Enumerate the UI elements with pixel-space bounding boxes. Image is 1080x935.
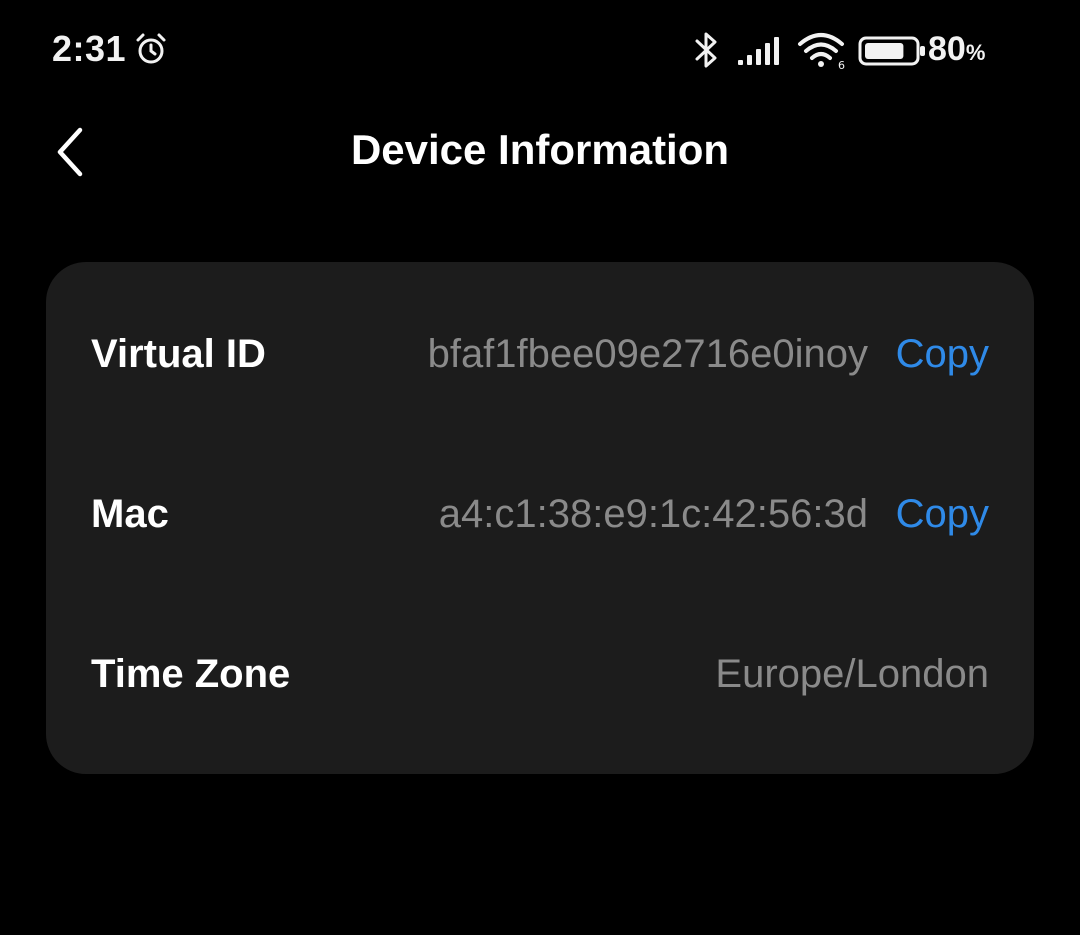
battery-icon	[858, 36, 925, 66]
signal-icon	[738, 37, 779, 65]
wifi-badge: 6	[838, 59, 845, 70]
copy-mac-button[interactable]: Copy	[896, 492, 989, 537]
alarm-icon	[136, 33, 166, 64]
time-zone-label: Time Zone	[91, 652, 291, 696]
bluetooth-icon	[695, 32, 717, 68]
page-title: Device Information	[350, 126, 730, 173]
header: Device Information	[0, 110, 1080, 194]
mac-row: Mac a4:c1:38:e9:1c:42:56:3d Copy	[46, 468, 1034, 568]
battery-percent: 80%	[928, 30, 986, 68]
virtual-id-label: Virtual ID	[91, 332, 266, 376]
mac-value: a4:c1:38:e9:1c:42:56:3d	[438, 492, 868, 536]
virtual-id-value: bfaf1fbee09e2716e0inoy	[427, 332, 868, 376]
mac-label: Mac	[91, 492, 169, 536]
status-time: 2:31	[52, 28, 127, 69]
device-info-card: Virtual ID bfaf1fbee09e2716e0inoy Copy M…	[46, 262, 1034, 774]
status-bar: 2:31 6 80%	[0, 0, 1080, 100]
copy-virtual-id-button[interactable]: Copy	[896, 332, 989, 377]
time-zone-value: Europe/London	[715, 652, 989, 696]
time-zone-row: Time Zone Europe/London	[46, 628, 1034, 728]
wifi-icon: 6	[798, 33, 845, 70]
virtual-id-row: Virtual ID bfaf1fbee09e2716e0inoy Copy	[46, 308, 1034, 408]
